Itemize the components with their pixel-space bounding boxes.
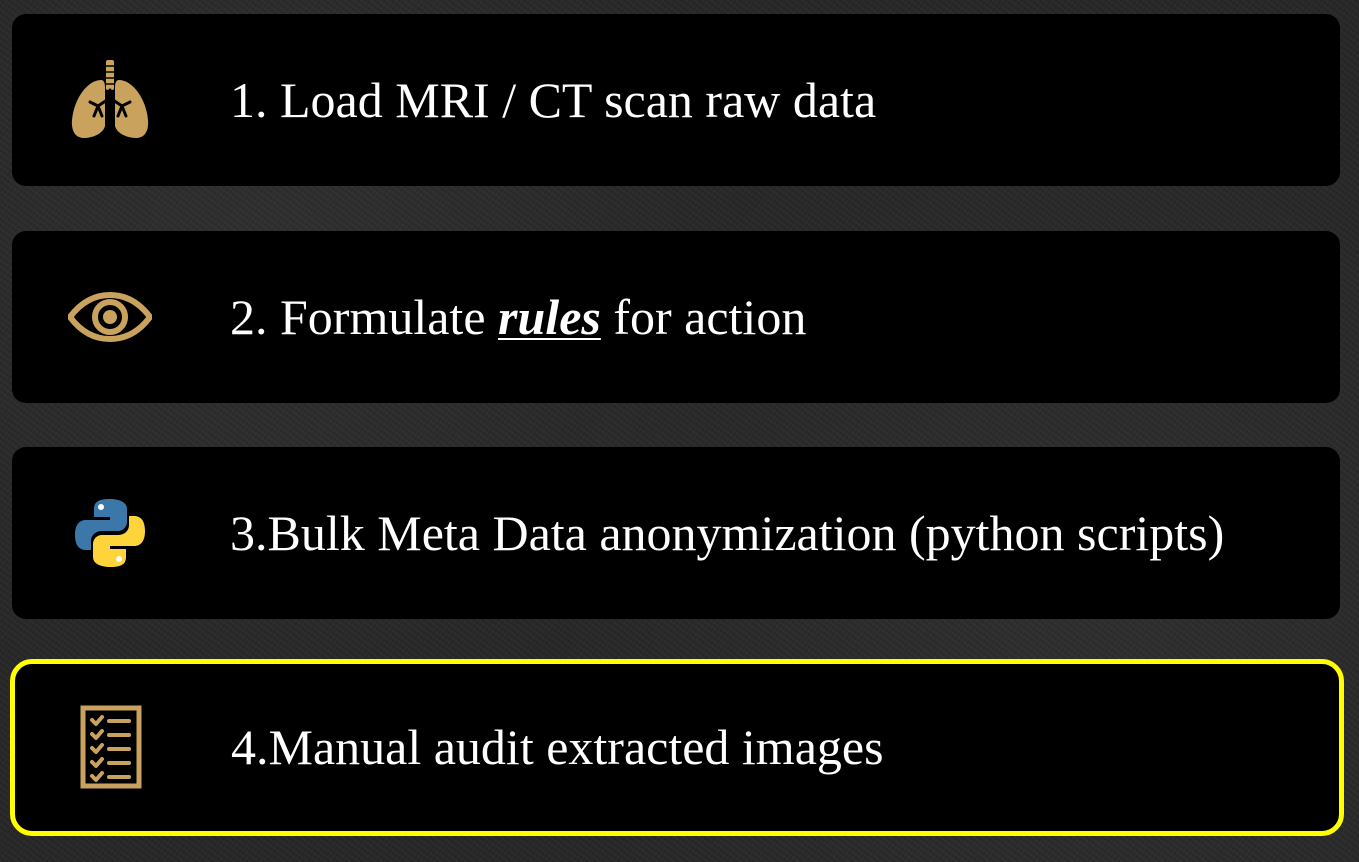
checklist-icon <box>69 705 153 789</box>
step-4-label: 4.Manual audit extracted images <box>231 719 884 775</box>
step-2-label-prefix: 2. Formulate <box>230 289 499 345</box>
rules-emphasis: rules <box>498 289 601 345</box>
step-2-label-suffix: for action <box>600 289 807 345</box>
step-2-formulate-rules: 2. Formulate rules for action <box>12 231 1340 403</box>
python-logo-icon <box>68 491 152 575</box>
step-1-label: 1. Load MRI / CT scan raw data <box>230 72 877 128</box>
step-3-anonymization: 3.Bulk Meta Data anonymization (python s… <box>12 447 1340 619</box>
lungs-icon <box>68 58 152 142</box>
eye-icon <box>68 275 152 359</box>
step-4-manual-audit: 4.Manual audit extracted images <box>10 659 1344 836</box>
step-3-label: 3.Bulk Meta Data anonymization (python s… <box>230 505 1225 561</box>
step-2-label: 2. Formulate rules for action <box>230 231 806 403</box>
step-1-load-scans: 1. Load MRI / CT scan raw data <box>12 14 1340 186</box>
